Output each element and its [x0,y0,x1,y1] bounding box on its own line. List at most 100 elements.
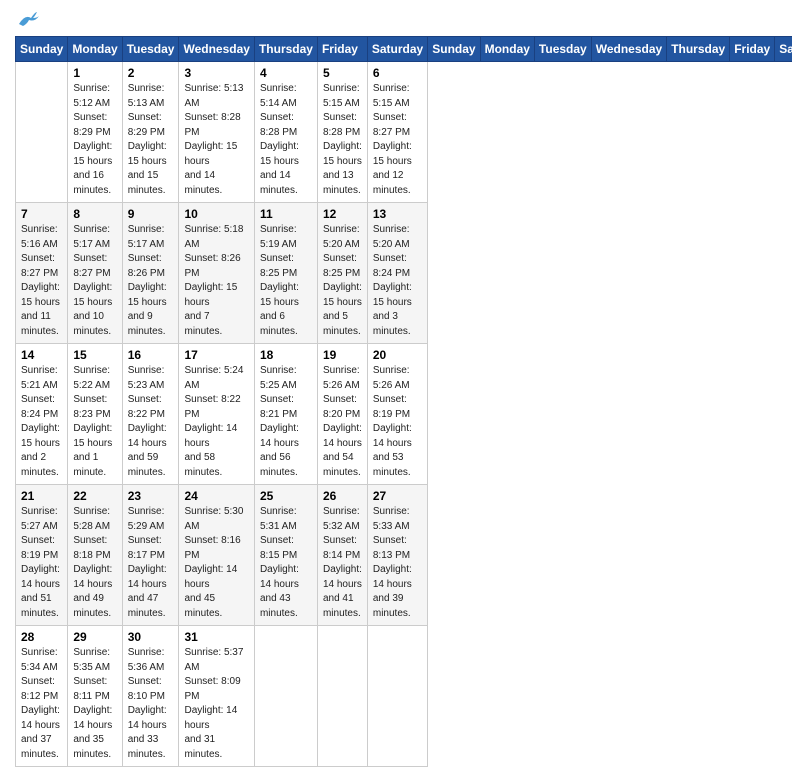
day-number: 6 [373,66,422,80]
header-monday: Monday [68,37,122,62]
calendar-cell: 9Sunrise: 5:17 AMSunset: 8:26 PMDaylight… [122,203,179,344]
col-header-tuesday: Tuesday [534,37,591,62]
calendar-cell: 14Sunrise: 5:21 AMSunset: 8:24 PMDayligh… [16,344,68,485]
calendar-week-2: 7Sunrise: 5:16 AMSunset: 8:27 PMDaylight… [16,203,792,344]
day-info: Sunrise: 5:29 AMSunset: 8:17 PMDaylight:… [128,505,174,621]
calendar-cell: 3 Sunrise: 5:13 AMSunset: 8:28 PMDaylight… [179,62,254,203]
day-info: Sunrise: 5:19 AMSunset: 8:25 PMDaylight:… [260,223,312,339]
calendar-cell: 30 Sunrise: 5:36 AMSunset: 8:10 PMDayligh… [122,626,179,767]
calendar-cell: 5Sunrise: 5:15 AMSunset: 8:28 PMDaylight… [317,62,367,203]
calendar-cell: 27 Sunrise: 5:33 AMSunset: 8:13 PMDayligh… [367,485,427,626]
day-number: 25 [260,489,312,503]
day-number: 18 [260,348,312,362]
calendar-cell: 24Sunrise: 5:30 AMSunset: 8:16 PMDayligh… [179,485,254,626]
day-number: 20 [373,348,422,362]
day-number: 27 [373,489,422,503]
calendar-cell: 20Sunrise: 5:26 AMSunset: 8:19 PMDayligh… [367,344,427,485]
day-info: Sunrise: 5:17 AMSunset: 8:27 PMDaylight:… [73,223,116,339]
day-number: 12 [323,207,362,221]
day-number: 5 [323,66,362,80]
day-number: 13 [373,207,422,221]
header-wednesday: Wednesday [179,37,254,62]
day-number: 29 [73,630,116,644]
day-info: Sunrise: 5:13 AMSunset: 8:28 PMDaylight:… [184,82,248,198]
day-info: Sunrise: 5:32 AMSunset: 8:14 PMDaylight:… [323,505,362,621]
day-number: 3 [184,66,248,80]
header-thursday: Thursday [254,37,317,62]
calendar-cell: 29 Sunrise: 5:35 AMSunset: 8:11 PMDayligh… [68,626,122,767]
calendar-cell: 18Sunrise: 5:25 AMSunset: 8:21 PMDayligh… [254,344,317,485]
header-saturday: Saturday [367,37,427,62]
col-header-wednesday: Wednesday [591,37,666,62]
day-info: Sunrise: 5:28 AMSunset: 8:18 PMDaylight:… [73,505,116,621]
calendar-cell: 19Sunrise: 5:26 AMSunset: 8:20 PMDayligh… [317,344,367,485]
calendar-cell: 23 Sunrise: 5:29 AMSunset: 8:17 PMDayligh… [122,485,179,626]
calendar-cell: 1 Sunrise: 5:12 AMSunset: 8:29 PMDaylight… [68,62,122,203]
header-tuesday: Tuesday [122,37,179,62]
day-info: Sunrise: 5:12 AMSunset: 8:29 PMDaylight:… [73,82,116,198]
day-info: Sunrise: 5:21 AMSunset: 8:24 PMDaylight:… [21,364,62,480]
calendar-week-1: 1 Sunrise: 5:12 AMSunset: 8:29 PMDaylight… [16,62,792,203]
calendar-cell: 2 Sunrise: 5:13 AMSunset: 8:29 PMDaylight… [122,62,179,203]
logo-bird-icon [17,10,39,28]
calendar-cell: 4 Sunrise: 5:14 AMSunset: 8:28 PMDaylight… [254,62,317,203]
calendar-cell [317,626,367,767]
calendar-week-3: 14Sunrise: 5:21 AMSunset: 8:24 PMDayligh… [16,344,792,485]
day-number: 30 [128,630,174,644]
calendar-week-5: 28 Sunrise: 5:34 AMSunset: 8:12 PMDayligh… [16,626,792,767]
page-header [15,10,777,28]
day-info: Sunrise: 5:15 AMSunset: 8:27 PMDaylight:… [373,82,422,198]
day-number: 16 [128,348,174,362]
day-info: Sunrise: 5:36 AMSunset: 8:10 PMDaylight:… [128,646,174,762]
calendar-table: SundayMondayTuesdayWednesdayThursdayFrid… [15,36,792,767]
day-number: 26 [323,489,362,503]
calendar-cell: 16 Sunrise: 5:23 AMSunset: 8:22 PMDayligh… [122,344,179,485]
day-number: 8 [73,207,116,221]
calendar-cell [254,626,317,767]
day-info: Sunrise: 5:35 AMSunset: 8:11 PMDaylight:… [73,646,116,762]
day-number: 23 [128,489,174,503]
day-info: Sunrise: 5:14 AMSunset: 8:28 PMDaylight:… [260,82,312,198]
calendar-cell: 8 Sunrise: 5:17 AMSunset: 8:27 PMDaylight… [68,203,122,344]
calendar-cell: 22 Sunrise: 5:28 AMSunset: 8:18 PMDayligh… [68,485,122,626]
day-info: Sunrise: 5:33 AMSunset: 8:13 PMDaylight:… [373,505,422,621]
calendar-cell: 17 Sunrise: 5:24 AMSunset: 8:22 PMDayligh… [179,344,254,485]
day-number: 10 [184,207,248,221]
day-number: 11 [260,207,312,221]
calendar-cell [16,62,68,203]
day-info: Sunrise: 5:27 AMSunset: 8:19 PMDaylight:… [21,505,62,621]
calendar-header-row: SundayMondayTuesdayWednesdayThursdayFrid… [16,37,792,62]
day-info: Sunrise: 5:34 AMSunset: 8:12 PMDaylight:… [21,646,62,762]
day-number: 15 [73,348,116,362]
day-info: Sunrise: 5:20 AMSunset: 8:24 PMDaylight:… [373,223,422,339]
day-info: Sunrise: 5:23 AMSunset: 8:22 PMDaylight:… [128,364,174,480]
calendar-cell: 15 Sunrise: 5:22 AMSunset: 8:23 PMDayligh… [68,344,122,485]
logo [15,10,39,28]
day-number: 2 [128,66,174,80]
day-number: 4 [260,66,312,80]
day-info: Sunrise: 5:13 AMSunset: 8:29 PMDaylight:… [128,82,174,198]
calendar-cell: 31Sunrise: 5:37 AMSunset: 8:09 PMDayligh… [179,626,254,767]
header-friday: Friday [317,37,367,62]
col-header-thursday: Thursday [667,37,730,62]
day-info: Sunrise: 5:16 AMSunset: 8:27 PMDaylight:… [21,223,62,339]
day-number: 21 [21,489,62,503]
day-info: Sunrise: 5:24 AMSunset: 8:22 PMDaylight:… [184,364,248,480]
day-info: Sunrise: 5:18 AMSunset: 8:26 PMDaylight:… [184,223,248,339]
col-header-friday: Friday [730,37,775,62]
calendar-week-4: 21 Sunrise: 5:27 AMSunset: 8:19 PMDayligh… [16,485,792,626]
day-number: 9 [128,207,174,221]
calendar-cell: 25Sunrise: 5:31 AMSunset: 8:15 PMDayligh… [254,485,317,626]
col-header-saturday: Saturday [775,37,792,62]
calendar-cell: 10 Sunrise: 5:18 AMSunset: 8:26 PMDayligh… [179,203,254,344]
calendar-cell: 6 Sunrise: 5:15 AMSunset: 8:27 PMDaylight… [367,62,427,203]
header-sunday: Sunday [16,37,68,62]
day-number: 1 [73,66,116,80]
day-info: Sunrise: 5:20 AMSunset: 8:25 PMDaylight:… [323,223,362,339]
day-number: 22 [73,489,116,503]
day-info: Sunrise: 5:22 AMSunset: 8:23 PMDaylight:… [73,364,116,480]
day-info: Sunrise: 5:26 AMSunset: 8:20 PMDaylight:… [323,364,362,480]
day-number: 28 [21,630,62,644]
day-number: 17 [184,348,248,362]
day-info: Sunrise: 5:37 AMSunset: 8:09 PMDaylight:… [184,646,248,762]
